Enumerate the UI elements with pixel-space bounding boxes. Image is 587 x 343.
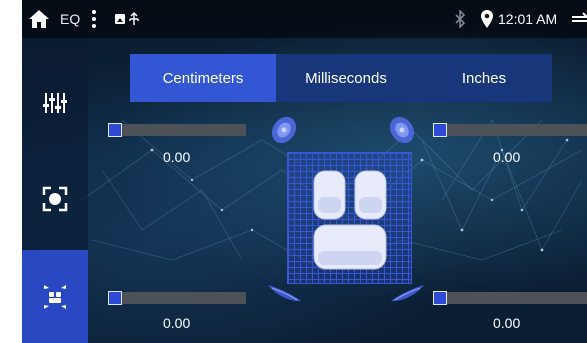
front-left-slider-handle[interactable] bbox=[108, 123, 122, 137]
rear-left-value: 0.00 bbox=[163, 315, 191, 331]
rear-left-slider[interactable] bbox=[108, 291, 246, 305]
car-seats-image bbox=[313, 170, 387, 270]
front-right-value: 0.00 bbox=[493, 149, 521, 165]
back-icon[interactable] bbox=[571, 10, 587, 28]
unit-tabs: Centimeters Milliseconds Inches bbox=[130, 54, 552, 102]
car-seat-delay-icon bbox=[44, 284, 66, 309]
side-nav bbox=[22, 38, 88, 343]
front-right-slider[interactable] bbox=[433, 123, 587, 137]
front-left-value: 0.00 bbox=[163, 149, 191, 165]
rear-right-value: 0.00 bbox=[493, 315, 521, 331]
rear-right-slider[interactable] bbox=[433, 291, 587, 305]
status-bar: EQ 12:01 AM bbox=[22, 0, 587, 38]
rear-left-slider-handle[interactable] bbox=[108, 291, 122, 305]
rear-left-speaker-icon bbox=[268, 285, 301, 302]
screen: EQ 12:01 AM Centimeters Milliseconds Inc… bbox=[22, 0, 587, 343]
front-right-slider-handle[interactable] bbox=[433, 123, 447, 137]
front-right-speaker-icon bbox=[389, 116, 415, 144]
app-title: EQ bbox=[60, 11, 81, 27]
rear-right-speaker-icon bbox=[391, 285, 424, 302]
nav-balance-fader[interactable] bbox=[22, 164, 88, 234]
home-icon[interactable] bbox=[28, 8, 50, 30]
more-vert-icon[interactable] bbox=[90, 9, 98, 29]
nav-time-alignment[interactable] bbox=[22, 250, 88, 343]
rear-right-slider-handle[interactable] bbox=[433, 291, 447, 305]
location-icon bbox=[481, 10, 493, 28]
nav-equalizer[interactable] bbox=[22, 68, 88, 138]
notification-icon bbox=[115, 12, 139, 25]
cabin-position-grid[interactable] bbox=[287, 152, 412, 284]
tab-inches[interactable]: Inches bbox=[416, 54, 552, 102]
clock: 12:01 AM bbox=[498, 11, 558, 27]
equalizer-sliders-icon bbox=[43, 93, 67, 113]
bluetooth-icon bbox=[455, 10, 466, 28]
tab-milliseconds[interactable]: Milliseconds bbox=[276, 54, 416, 102]
speaker-focus-icon bbox=[42, 186, 68, 212]
tab-centimeters[interactable]: Centimeters bbox=[130, 54, 276, 102]
front-left-speaker-icon bbox=[271, 116, 297, 144]
front-left-slider[interactable] bbox=[108, 123, 246, 137]
